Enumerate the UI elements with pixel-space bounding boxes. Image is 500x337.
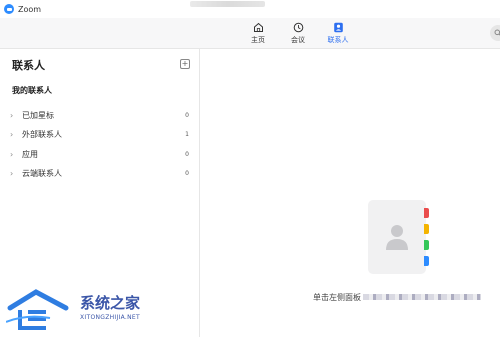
app-title: Zoom xyxy=(18,4,42,14)
group-apps[interactable]: › 应用 0 xyxy=(0,145,199,163)
chevron-right-icon: › xyxy=(10,110,14,120)
chevron-right-icon: › xyxy=(10,129,14,139)
contacts-main-panel: 单击左侧面板 xyxy=(200,49,500,337)
tab-home[interactable]: 主页 xyxy=(240,21,276,46)
chevron-right-icon: › xyxy=(10,149,14,159)
card-tab-red xyxy=(424,208,429,218)
group-cloud[interactable]: › 云端联系人 0 xyxy=(0,164,199,182)
section-my-contacts: 我的联系人 xyxy=(12,86,52,95)
tab-home-label: 主页 xyxy=(251,36,265,44)
zoom-logo-icon xyxy=(4,4,14,14)
group-label: 应用 xyxy=(22,149,38,159)
sidebar-title: 联系人 xyxy=(12,59,45,72)
blurred-hint-area xyxy=(363,294,481,300)
add-contact-button[interactable]: + xyxy=(180,59,190,69)
chevron-right-icon: › xyxy=(10,168,14,178)
group-count: 0 xyxy=(185,111,189,119)
contacts-icon xyxy=(332,21,344,33)
group-count: 1 xyxy=(185,130,189,138)
card-tab-yellow xyxy=(424,224,429,234)
home-icon xyxy=(252,21,264,33)
search-button[interactable] xyxy=(490,25,500,41)
house-logo-icon xyxy=(5,289,69,330)
blurred-title-area xyxy=(190,1,265,7)
tab-contacts-label: 联系人 xyxy=(327,36,349,44)
top-nav: 主页 会议 联系人 xyxy=(0,18,500,49)
tab-contacts[interactable]: 联系人 xyxy=(320,21,356,46)
search-icon xyxy=(494,29,500,36)
watermark-url: XITONGZHIJIA.NET xyxy=(80,314,140,321)
person-icon xyxy=(386,225,408,250)
watermark-brand: 系统之家 xyxy=(80,294,141,312)
clock-icon xyxy=(292,21,304,33)
card-tab-green xyxy=(424,240,429,250)
watermark: 系统之家 XITONGZHIJIA.NET xyxy=(5,288,166,332)
tab-meetings-label: 会议 xyxy=(291,36,305,44)
group-label: 已加星标 xyxy=(22,110,54,120)
group-count: 0 xyxy=(185,150,189,158)
group-label: 外部联系人 xyxy=(22,129,62,139)
contacts-book-illustration xyxy=(368,200,429,274)
empty-state-hint: 单击左侧面板 xyxy=(313,293,361,302)
group-count: 0 xyxy=(185,169,189,177)
title-bar: Zoom xyxy=(0,0,500,19)
tab-meetings[interactable]: 会议 xyxy=(280,21,316,46)
card-tab-blue xyxy=(424,256,429,266)
group-external[interactable]: › 外部联系人 1 xyxy=(0,125,199,143)
plus-icon: + xyxy=(181,59,189,68)
group-label: 云端联系人 xyxy=(22,168,62,178)
group-starred[interactable]: › 已加星标 0 xyxy=(0,106,199,124)
